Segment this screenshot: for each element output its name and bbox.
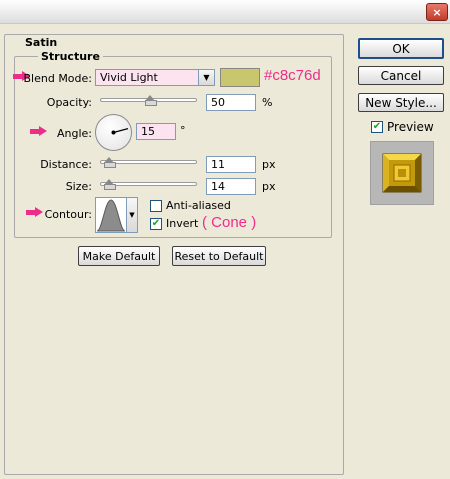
close-icon: × bbox=[432, 5, 442, 19]
invert-label: Invert bbox=[166, 217, 199, 230]
anti-aliased-label: Anti-aliased bbox=[166, 199, 231, 212]
group-title: Structure bbox=[38, 50, 103, 63]
opacity-label: Opacity: bbox=[46, 96, 92, 109]
opacity-input[interactable]: 50 bbox=[206, 94, 256, 111]
size-label: Size: bbox=[65, 180, 92, 193]
angle-needle-icon bbox=[111, 127, 129, 135]
cone-contour-icon bbox=[96, 199, 126, 232]
angle-unit: ° bbox=[180, 124, 186, 137]
style-preview bbox=[370, 141, 434, 205]
distance-unit: px bbox=[262, 158, 276, 171]
contour-label: Contour: bbox=[44, 208, 92, 221]
checkmark-icon: ✔ bbox=[151, 218, 161, 229]
ok-button[interactable]: OK bbox=[358, 38, 444, 59]
checkmark-icon: ✔ bbox=[372, 121, 382, 132]
anti-aliased-checkbox[interactable] bbox=[150, 200, 162, 212]
make-default-button[interactable]: Make Default bbox=[78, 246, 160, 266]
slider-thumb[interactable] bbox=[104, 157, 116, 168]
angle-input[interactable]: 15 bbox=[136, 123, 176, 140]
angle-label: Angle: bbox=[56, 127, 92, 140]
distance-label: Distance: bbox=[40, 158, 92, 171]
size-unit: px bbox=[262, 180, 276, 193]
angle-dial[interactable] bbox=[95, 114, 132, 151]
blend-mode-select[interactable]: Vivid Light ▼ bbox=[95, 69, 215, 86]
panel-title: Satin bbox=[22, 36, 61, 49]
chevron-down-icon: ▼ bbox=[198, 70, 214, 85]
chevron-down-icon[interactable]: ▼ bbox=[126, 197, 138, 233]
opacity-slider[interactable] bbox=[100, 95, 197, 106]
cancel-button[interactable]: Cancel bbox=[358, 66, 444, 85]
new-style-button[interactable]: New Style... bbox=[358, 93, 444, 112]
color-hex-annotation: #c8c76d bbox=[264, 67, 321, 84]
close-button[interactable]: × bbox=[426, 3, 448, 21]
slider-thumb[interactable] bbox=[145, 95, 157, 106]
invert-checkbox[interactable]: ✔ bbox=[150, 218, 162, 230]
distance-slider[interactable] bbox=[100, 157, 197, 168]
opacity-unit: % bbox=[262, 96, 273, 109]
blend-mode-value: Vivid Light bbox=[100, 71, 158, 84]
reset-to-default-button[interactable]: Reset to Default bbox=[172, 246, 266, 266]
color-swatch[interactable] bbox=[220, 68, 260, 87]
size-input[interactable]: 14 bbox=[206, 178, 256, 195]
slider-thumb[interactable] bbox=[104, 179, 116, 190]
preview-label: Preview bbox=[387, 120, 434, 134]
blend-mode-label: Blend Mode: bbox=[23, 72, 93, 85]
title-bar: × bbox=[0, 0, 450, 24]
size-slider[interactable] bbox=[100, 179, 197, 190]
preview-thumbnail-icon bbox=[382, 153, 422, 193]
cone-annotation: ( Cone ) bbox=[202, 214, 257, 231]
distance-input[interactable]: 11 bbox=[206, 156, 256, 173]
preview-checkbox[interactable]: ✔ bbox=[371, 121, 383, 133]
